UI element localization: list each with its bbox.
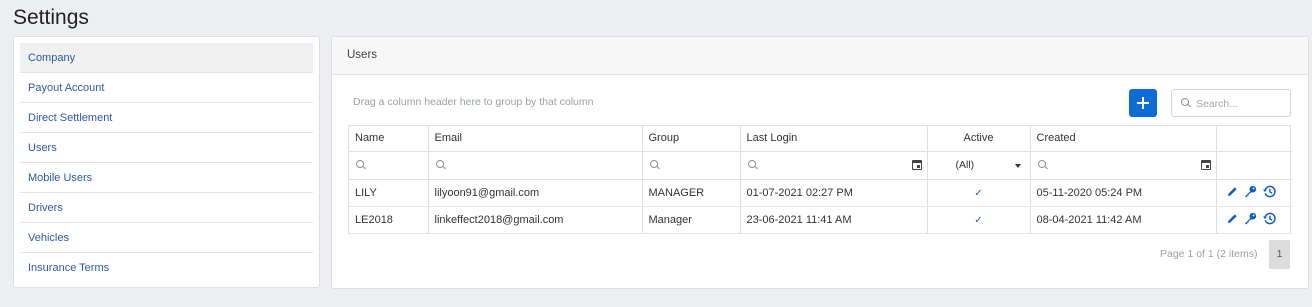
pencil-icon[interactable] [1227, 186, 1238, 200]
cell-active: ✓ [927, 206, 1031, 234]
history-icon[interactable] [1262, 185, 1276, 201]
grid-filter-row: (All) [349, 151, 1292, 180]
cell-last-login: 01-07-2021 02:27 PM [740, 179, 928, 207]
search-icon [747, 159, 758, 170]
key-icon[interactable] [1244, 212, 1257, 228]
sidebar-item-drivers[interactable]: Drivers [20, 193, 313, 223]
cell-name: LILY [349, 179, 429, 207]
users-grid: Name Email Group Last Login Active Creat… [348, 125, 1292, 234]
cell-name: LE2018 [349, 206, 429, 234]
column-header-name[interactable]: Name [349, 126, 429, 152]
users-panel: Users Drag a column header here to group… [331, 36, 1309, 289]
checkmark-icon: ✓ [974, 187, 983, 199]
cell-created: 05-11-2020 05:24 PM [1030, 179, 1217, 207]
cell-email: linkeffect2018@gmail.com [428, 206, 643, 234]
search-icon [1037, 159, 1048, 170]
group-panel-hint[interactable]: Drag a column header here to group by th… [353, 96, 593, 108]
checkmark-icon: ✓ [974, 214, 983, 226]
search-box[interactable] [1171, 89, 1291, 117]
chevron-down-icon[interactable] [1014, 163, 1021, 168]
page-title: Settings [13, 6, 89, 29]
sidebar-item-direct-settlement[interactable]: Direct Settlement [20, 103, 313, 133]
column-header-group[interactable]: Group [642, 126, 741, 152]
sidebar-item-users[interactable]: Users [20, 133, 313, 163]
filter-name[interactable] [349, 151, 429, 180]
search-icon [649, 159, 660, 170]
filter-active[interactable]: (All) [927, 151, 1031, 180]
search-input[interactable] [1196, 95, 1286, 112]
pencil-icon[interactable] [1227, 213, 1238, 227]
sidebar-item-payout-account[interactable]: Payout Account [20, 73, 313, 103]
search-icon [356, 159, 366, 170]
column-header-active[interactable]: Active [927, 126, 1031, 152]
search-icon [435, 159, 446, 170]
cell-group: Manager [642, 206, 741, 234]
cell-actions [1216, 179, 1292, 207]
filter-actions [1216, 151, 1292, 180]
column-header-email[interactable]: Email [428, 126, 643, 152]
grid-header-row: Name Email Group Last Login Active Creat… [349, 126, 1292, 152]
calendar-icon[interactable] [1200, 159, 1211, 170]
active-filter-select[interactable]: (All) [956, 159, 975, 171]
pager-info: Page 1 of 1 (2 items) [1160, 248, 1258, 260]
settings-sidebar: Company Payout Account Direct Settlement… [13, 36, 320, 288]
filter-group[interactable] [642, 151, 741, 180]
column-header-actions [1216, 126, 1292, 152]
add-user-button[interactable] [1129, 89, 1157, 117]
table-row[interactable]: LE2018 linkeffect2018@gmail.com Manager … [349, 206, 1292, 234]
cell-group: MANAGER [642, 179, 741, 207]
filter-last-login[interactable] [740, 151, 928, 180]
page-button-1[interactable]: 1 [1269, 240, 1290, 269]
filter-email[interactable] [428, 151, 643, 180]
cell-active: ✓ [927, 179, 1031, 207]
panel-title: Users [332, 37, 1308, 75]
column-header-last-login[interactable]: Last Login [740, 126, 928, 152]
search-icon [1181, 98, 1191, 108]
history-icon[interactable] [1262, 212, 1276, 228]
table-row[interactable]: LILY lilyoon91@gmail.com MANAGER 01-07-2… [349, 179, 1292, 207]
sidebar-item-mobile-users[interactable]: Mobile Users [20, 163, 313, 193]
sidebar-item-insurance-terms[interactable]: Insurance Terms [20, 253, 313, 283]
cell-last-login: 23-06-2021 11:41 AM [740, 206, 928, 234]
key-icon[interactable] [1244, 185, 1257, 201]
calendar-icon[interactable] [911, 159, 922, 170]
sidebar-item-company[interactable]: Company [20, 43, 313, 73]
column-header-created[interactable]: Created [1030, 126, 1217, 152]
cell-created: 08-04-2021 11:42 AM [1030, 206, 1217, 234]
filter-created[interactable] [1030, 151, 1217, 180]
cell-email: lilyoon91@gmail.com [428, 179, 643, 207]
cell-actions [1216, 206, 1292, 234]
sidebar-item-vehicles[interactable]: Vehicles [20, 223, 313, 253]
